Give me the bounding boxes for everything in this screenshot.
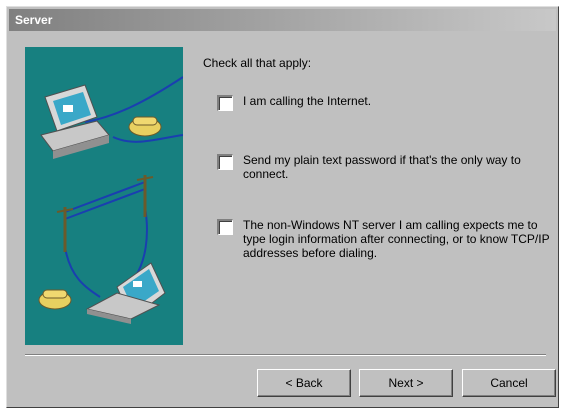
wizard-illustration	[25, 47, 183, 345]
computer-phone-laptop-network-icon	[38, 76, 183, 324]
option-calling-internet[interactable]: I am calling the Internet.	[217, 94, 553, 111]
separator-line	[25, 354, 546, 356]
window-title: Server	[15, 13, 53, 27]
calling-internet-label: I am calling the Internet.	[243, 94, 372, 108]
plain-text-password-checkbox[interactable]	[217, 154, 233, 170]
option-non-nt-server[interactable]: The non-Windows NT server I am calling e…	[217, 218, 553, 260]
plain-text-password-label: Send my plain text password if that's th…	[243, 153, 521, 181]
server-dialog: Server Check all that apply: I am callin…	[6, 6, 559, 408]
next-button[interactable]: Next >	[359, 369, 453, 397]
instruction-text: Check all that apply:	[203, 56, 312, 70]
non-nt-server-label: The non-Windows NT server I am calling e…	[243, 218, 550, 260]
cancel-button[interactable]: Cancel	[462, 369, 556, 397]
calling-internet-checkbox[interactable]	[217, 95, 233, 111]
title-bar: Server	[9, 9, 556, 31]
option-plain-text-password[interactable]: Send my plain text password if that's th…	[217, 153, 553, 181]
non-nt-server-checkbox[interactable]	[217, 219, 233, 235]
back-button[interactable]: < Back	[257, 369, 351, 397]
